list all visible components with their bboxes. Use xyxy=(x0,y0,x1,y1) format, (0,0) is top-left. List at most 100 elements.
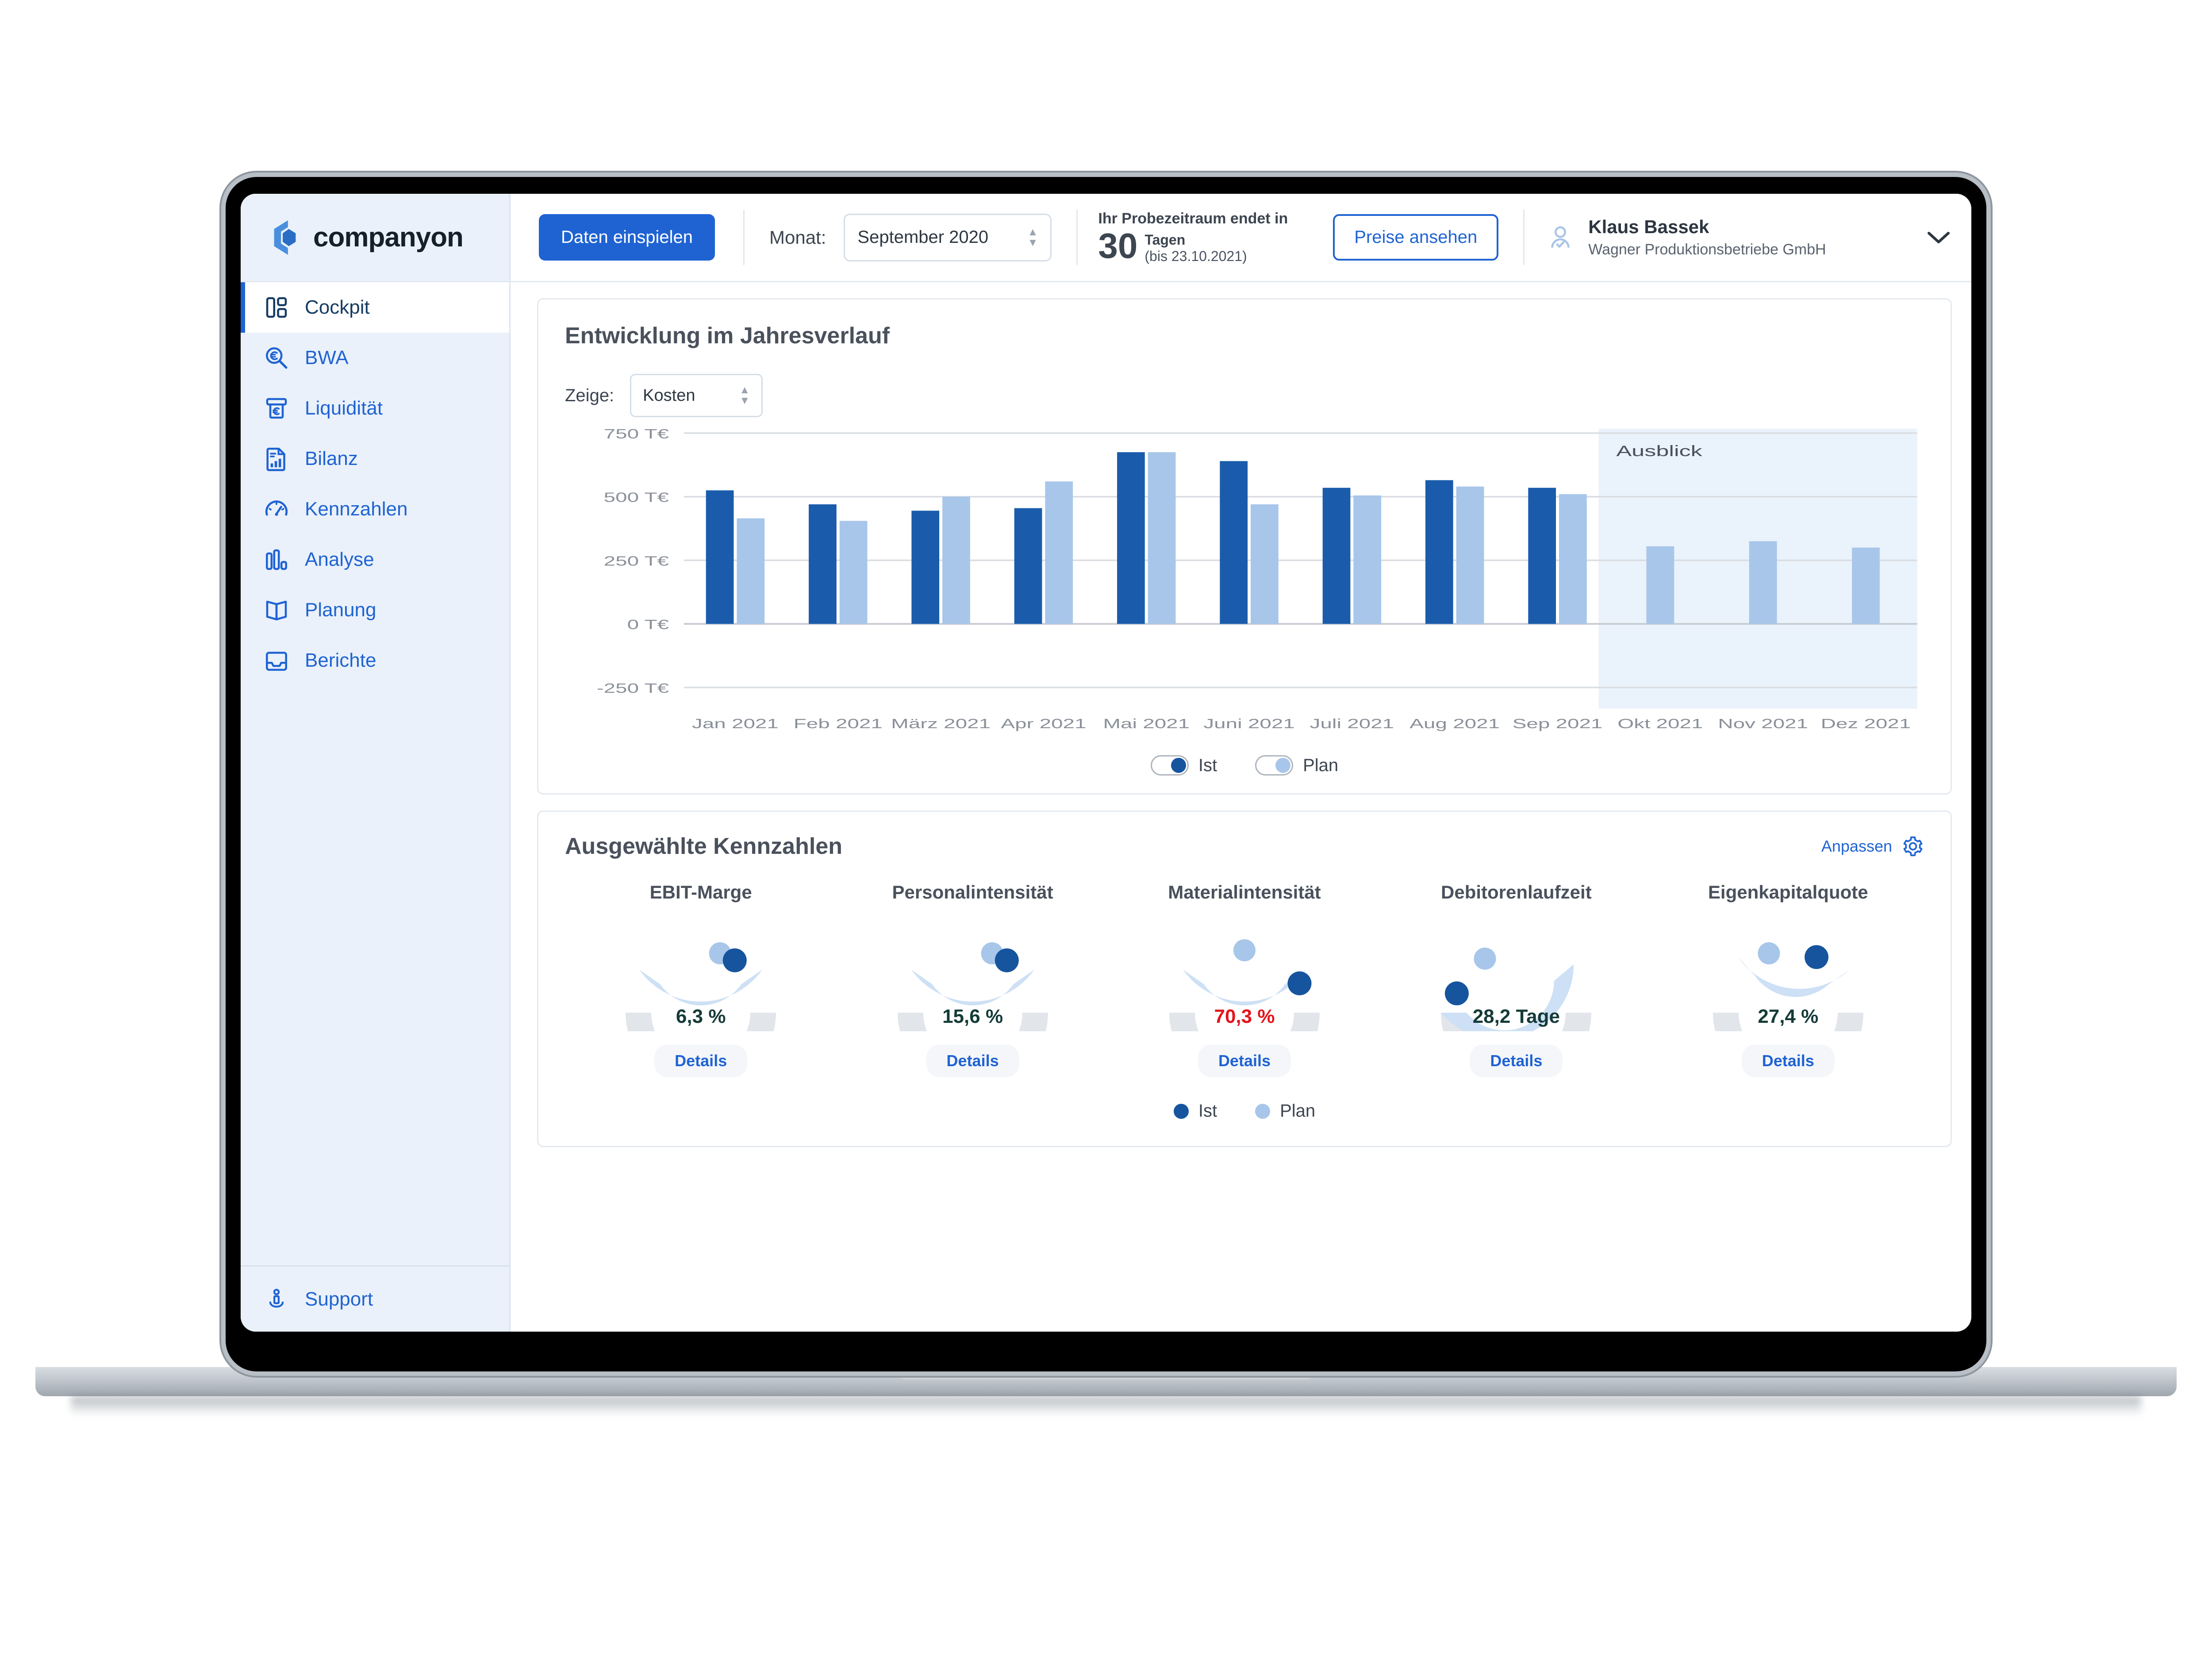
bar-plan xyxy=(942,496,970,624)
kpi-grid: EBIT-Marge 6,3 % Details Personalintensität… xyxy=(565,882,1924,1077)
sidebar-item-label: Planung xyxy=(305,599,376,621)
toggle-label: Plan xyxy=(1303,755,1339,775)
customize-kpis-button[interactable]: Anpassen xyxy=(1821,835,1924,857)
customize-label: Anpassen xyxy=(1821,837,1892,855)
sidebar-item-label: Kennzahlen xyxy=(305,498,408,520)
bar-plan xyxy=(1251,504,1279,624)
dashboard-grid-icon xyxy=(266,297,287,318)
stepper-arrows-icon[interactable]: ▲ ▼ xyxy=(1028,227,1038,248)
legend-item: Ist xyxy=(1173,1101,1217,1121)
svg-text:Dez 2021: Dez 2021 xyxy=(1821,716,1911,731)
sidebar-item-label: Bilanz xyxy=(305,448,358,469)
kpi-value: 28,2 Tage xyxy=(1472,1006,1560,1027)
svg-text:250 T€: 250 T€ xyxy=(604,553,669,569)
kpi-details-button[interactable]: Details xyxy=(1470,1045,1563,1077)
kpi-details-button[interactable]: Details xyxy=(1198,1045,1291,1077)
svg-text:-250 T€: -250 T€ xyxy=(597,680,669,696)
gear-icon[interactable] xyxy=(1902,835,1924,857)
svg-text:Juli 2021: Juli 2021 xyxy=(1310,716,1394,731)
toggle-switch[interactable] xyxy=(1255,755,1294,776)
bar-ist xyxy=(1425,480,1453,624)
bar-ist xyxy=(1322,488,1351,624)
kpi-name: EBIT-Marge xyxy=(649,882,752,902)
chart-title: Entwicklung im Jahresverlauf xyxy=(565,323,890,349)
kpi-value: 15,6 % xyxy=(942,1006,1003,1027)
kpi-gauge: 15,6 % xyxy=(864,921,1081,1031)
speedometer-icon xyxy=(265,500,288,516)
bar-plan xyxy=(1646,546,1674,624)
brand-logo[interactable]: companyon xyxy=(241,194,511,281)
sidebar-item-bwa[interactable]: BWA xyxy=(241,333,509,383)
pricing-section: Preise ansehen xyxy=(1308,194,1523,281)
kpi-tile: Materialintensität 70,3 % Details xyxy=(1134,882,1355,1077)
bar-plan xyxy=(737,518,765,624)
gauge-ist-marker xyxy=(1287,971,1312,995)
toggle-ist[interactable]: Ist xyxy=(1150,755,1217,776)
svg-text:Mai 2021: Mai 2021 xyxy=(1103,716,1190,731)
bar-plan xyxy=(1456,486,1484,624)
import-data-button[interactable]: Daten einspielen xyxy=(539,214,715,261)
month-select[interactable]: September 2020 ▲ ▼ xyxy=(844,213,1052,261)
sidebar-item-analyse[interactable]: Analyse xyxy=(241,534,509,585)
top-bar: companyon Daten einspielen Monat: Septem… xyxy=(241,194,1971,282)
toggle-switch[interactable] xyxy=(1150,755,1189,776)
bar-plan xyxy=(1852,547,1880,624)
kpi-value: 27,4 % xyxy=(1758,1006,1819,1027)
stepper-arrows-icon[interactable]: ▲ ▼ xyxy=(739,385,750,406)
gauge-ist-marker xyxy=(722,948,747,972)
kpi-details-button[interactable]: Details xyxy=(1741,1045,1835,1077)
sidebar-item-support[interactable]: Support xyxy=(241,1265,509,1332)
sidebar-item-planung[interactable]: Planung xyxy=(241,585,509,635)
view-pricing-button[interactable]: Preise ansehen xyxy=(1333,214,1499,261)
bar-chart-icon xyxy=(266,549,287,570)
bar-ist xyxy=(809,504,837,624)
trial-days-unit: Tagen xyxy=(1144,232,1186,248)
sidebar-item-cockpit[interactable]: Cockpit xyxy=(241,282,509,333)
toggle-plan[interactable]: Plan xyxy=(1255,755,1338,776)
sidebar-item-liquiditt[interactable]: Liquidität xyxy=(241,383,509,434)
bar-ist xyxy=(911,511,940,624)
legend-dot xyxy=(1173,1103,1189,1119)
sidebar-item-berichte[interactable]: Berichte xyxy=(241,635,509,686)
legend-label: Ist xyxy=(1198,1101,1217,1121)
kpi-name: Debitorenlaufzeit xyxy=(1441,882,1592,902)
sidebar-item-bilanz[interactable]: Bilanz xyxy=(241,434,509,484)
legend-item: Plan xyxy=(1255,1101,1315,1121)
bar-plan xyxy=(1045,481,1073,624)
kpi-value: 6,3 % xyxy=(676,1006,726,1027)
kpi-gauge: 28,2 Tage xyxy=(1408,921,1624,1031)
sidebar-item-kennzahlen[interactable]: Kennzahlen xyxy=(241,484,509,534)
kpi-title: Ausgewählte Kennzahlen xyxy=(565,833,842,859)
svg-text:Jan 2021: Jan 2021 xyxy=(692,716,779,731)
kpi-gauge: 70,3 % xyxy=(1136,921,1353,1031)
app-body: Cockpit BWA Liquidität Bilanz Kennzahlen Anal… xyxy=(241,282,1971,1332)
sidebar: Cockpit BWA Liquidität Bilanz Kennzahlen Anal… xyxy=(241,282,511,1332)
svg-text:Okt 2021: Okt 2021 xyxy=(1617,716,1703,731)
chart-series-toggles: Ist Plan xyxy=(565,755,1924,776)
sidebar-support-label: Support xyxy=(305,1288,373,1310)
atm-euro-icon xyxy=(266,398,287,419)
svg-text:500 T€: 500 T€ xyxy=(604,490,669,505)
gauge-ist-marker xyxy=(995,948,1019,972)
kpi-details-button[interactable]: Details xyxy=(926,1045,1019,1077)
chevron-down-icon[interactable] xyxy=(1927,230,1950,245)
inbox-tray-icon xyxy=(266,652,287,671)
scene: companyon Daten einspielen Monat: Septem… xyxy=(0,0,2212,1659)
toggle-label: Ist xyxy=(1198,755,1217,775)
main-content: Entwicklung im Jahresverlauf Zeige: Kost… xyxy=(511,282,1971,1332)
kpi-tile: Eigenkapitalquote 27,4 % Details xyxy=(1678,882,1899,1077)
kpi-header: Ausgewählte Kennzahlen Anpassen xyxy=(565,833,1924,860)
zeige-select[interactable]: Kosten ▲ ▼ xyxy=(630,374,763,417)
user-menu[interactable]: Klaus Bassek Wagner Produktionsbetriebe … xyxy=(1525,194,1971,281)
bar-plan xyxy=(839,521,868,624)
bar-plan xyxy=(1148,452,1176,624)
euro-magnifier-icon xyxy=(266,347,288,369)
kpi-name: Eigenkapitalquote xyxy=(1708,882,1868,902)
bar-ist xyxy=(1220,461,1248,624)
svg-text:Aug 2021: Aug 2021 xyxy=(1409,716,1500,731)
kpi-details-button[interactable]: Details xyxy=(654,1045,748,1077)
user-organization: Wagner Produktionsbetriebe GmbH xyxy=(1588,241,1826,258)
bar-ist xyxy=(706,490,734,624)
document-chart-icon xyxy=(266,447,285,471)
sidebar-item-label: BWA xyxy=(305,347,349,369)
